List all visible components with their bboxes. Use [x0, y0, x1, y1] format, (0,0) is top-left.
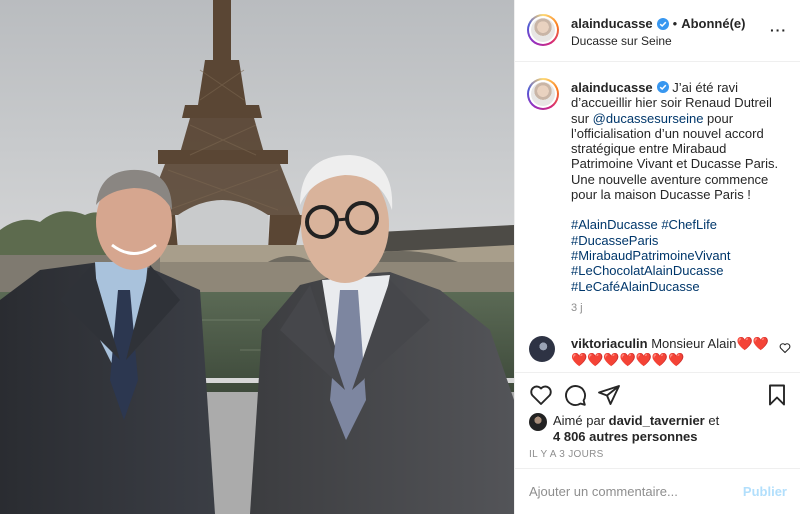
caption-username[interactable]: alainducasse	[571, 80, 653, 95]
instagram-post: alainducasse • Abonné(e) Ducasse sur Sei…	[0, 0, 800, 514]
likes-prefix: Aimé par	[553, 413, 609, 428]
commenter-avatar[interactable]	[529, 336, 555, 362]
hashtag-line[interactable]: #MirabaudPatrimoineVivant	[571, 248, 789, 263]
hashtag-line[interactable]: #DucasseParis	[571, 233, 789, 248]
caption-age[interactable]: 3 j	[571, 302, 583, 314]
liker-username[interactable]: david_tavernier	[609, 413, 705, 428]
comment-body: Monsieur Alain❤️❤️	[647, 336, 769, 351]
share-paper-plane-icon[interactable]	[597, 383, 621, 407]
caption-author-avatar[interactable]	[527, 78, 559, 110]
author-avatar[interactable]	[527, 14, 559, 46]
likes-line: Aimé par david_tavernier et	[553, 413, 719, 428]
caption-hashtags: #AlainDucasse #ChefLife #DucasseParis #M…	[571, 217, 789, 293]
header-title-line: alainducasse • Abonné(e)	[571, 16, 746, 31]
verified-badge-icon	[656, 17, 669, 30]
comment-bubble-icon[interactable]	[563, 383, 587, 407]
likes-others-count[interactable]: 4 806 autres personnes	[553, 429, 698, 444]
caption-mention-link[interactable]: @ducassesurseine	[593, 111, 704, 126]
post-photo[interactable]	[0, 0, 514, 514]
follow-status-button[interactable]: Abonné(e)	[681, 16, 745, 31]
likes-conjunction: et	[704, 413, 720, 428]
hashtag-line[interactable]: #AlainDucasse #ChefLife	[571, 217, 789, 232]
add-comment-bar: Publier	[515, 468, 800, 514]
caption-verified-badge-icon	[656, 81, 669, 93]
like-heart-icon[interactable]	[529, 383, 553, 407]
post-side-panel: alainducasse • Abonné(e) Ducasse sur Sei…	[514, 0, 800, 514]
author-username[interactable]: alainducasse	[571, 16, 653, 31]
comment-text: viktoriaculin Monsieur Alain❤️❤️ ❤️❤️❤️❤…	[571, 336, 771, 367]
post-header: alainducasse • Abonné(e) Ducasse sur Sei…	[515, 0, 800, 62]
save-bookmark-icon[interactable]	[765, 383, 789, 407]
more-icon[interactable]: ···	[770, 23, 787, 37]
caption-text: alainducasse J’ai été ravi d’accueillir …	[571, 80, 789, 294]
comment-item: viktoriaculin Monsieur Alain❤️❤️ ❤️❤️❤️❤…	[515, 330, 800, 370]
hashtag-line[interactable]: #LeCaféAlainDucasse	[571, 279, 789, 294]
eiffel-tower-photo	[0, 0, 514, 514]
commenter-username[interactable]: viktoriaculin	[571, 336, 648, 351]
post-timestamp[interactable]: IL Y A 3 JOURS	[529, 449, 604, 460]
publish-button[interactable]: Publier	[743, 484, 787, 499]
comment-input[interactable]	[529, 481, 729, 501]
post-location[interactable]: Ducasse sur Seine	[571, 34, 672, 48]
comment-like-heart-icon[interactable]	[779, 342, 791, 354]
follow-separator: •	[672, 16, 678, 31]
liker-avatar[interactable]	[529, 413, 547, 431]
comment-body-line2: ❤️❤️❤️❤️❤️❤️❤️	[571, 351, 685, 367]
hashtag-line[interactable]: #LeChocolatAlainDucasse	[571, 263, 789, 278]
